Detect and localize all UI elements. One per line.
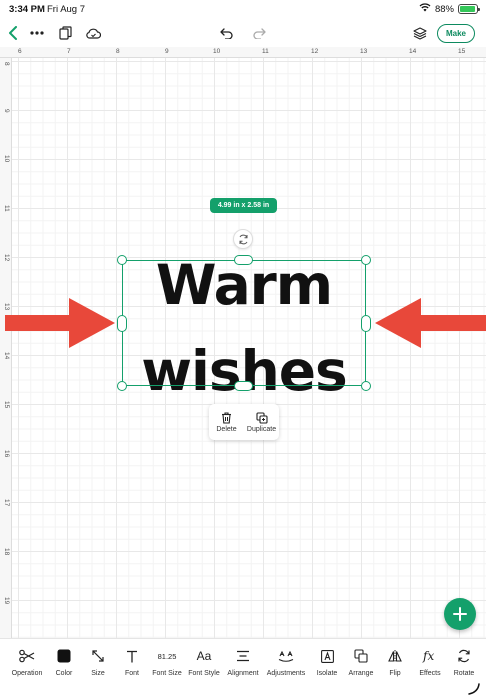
wifi-icon — [419, 3, 431, 15]
ruler-y-label: 10 — [3, 155, 10, 163]
ruler-x-label: 15 — [458, 48, 466, 55]
context-menu: Delete Duplicate — [209, 404, 279, 440]
ruler-x-label: 9 — [165, 48, 169, 55]
operation-label: Operation — [11, 670, 43, 677]
make-button[interactable]: Make — [437, 24, 475, 43]
ruler-y-label: 11 — [3, 205, 10, 212]
rotate-label: Rotate — [453, 670, 475, 677]
back-icon[interactable] — [3, 23, 23, 43]
font-style-icon: Aa — [196, 649, 212, 663]
redo-icon[interactable] — [249, 23, 269, 43]
alignment-button[interactable]: Alignment — [223, 647, 263, 677]
layers-icon[interactable] — [410, 23, 430, 43]
resize-handle-top-right[interactable] — [361, 255, 371, 265]
more-options-icon[interactable] — [27, 23, 47, 43]
font-size-value: 81.25 — [157, 651, 177, 661]
alignment-label: Alignment — [227, 670, 259, 677]
bottom-toolbar: Operation Color Size Font 81.25 Font Siz… — [0, 638, 486, 699]
status-time: 3:34 PM — [9, 4, 45, 15]
design-space-screen: 3:34 PM Fri Aug 7 88% Make 6 7 8 9 10 11… — [0, 0, 486, 699]
battery-icon — [458, 4, 480, 14]
arrange-label: Arrange — [348, 670, 374, 677]
color-label: Color — [55, 670, 73, 677]
flip-icon — [385, 647, 405, 665]
ruler-x-label: 7 — [67, 48, 71, 55]
battery-percent: 88% — [434, 3, 454, 15]
ruler-x-label: 12 — [311, 48, 319, 55]
ruler-x-label: 8 — [116, 48, 120, 55]
adjustments-label: Adjustments — [266, 670, 306, 677]
top-toolbar: Make — [0, 20, 486, 47]
letter-spacing-icon — [276, 647, 296, 665]
delete-label: Delete — [216, 425, 237, 433]
font-style-label: Font Style — [188, 670, 220, 677]
corner-gesture-icon — [468, 683, 480, 695]
isolate-label: Isolate — [316, 670, 338, 677]
rotate-icon — [454, 647, 474, 665]
svg-text:fx: fx — [422, 649, 434, 663]
ruler-y-label: 19 — [3, 597, 10, 605]
isolate-letter-icon — [317, 647, 337, 665]
status-indicators: 88% — [419, 3, 480, 15]
ruler-y-label: 12 — [3, 254, 10, 262]
font-size-label: Font Size — [152, 670, 182, 677]
resize-handle-left[interactable] — [117, 315, 127, 332]
add-button[interactable] — [444, 598, 476, 630]
ruler-x-label: 14 — [409, 48, 417, 55]
fx-icon: fx — [420, 647, 440, 665]
arrange-icon — [351, 647, 371, 665]
ruler-y-label: 15 — [3, 401, 10, 409]
font-button[interactable]: Font — [112, 647, 152, 677]
size-label: Size — [91, 670, 105, 677]
text-t-icon — [122, 647, 142, 665]
scissors-icon — [17, 647, 37, 665]
resize-handle-right[interactable] — [361, 315, 371, 332]
ruler-y-label: 17 — [3, 499, 10, 507]
trash-icon — [222, 411, 231, 424]
font-style-button[interactable]: Aa Font Style — [184, 647, 224, 677]
ruler-x-label: 11 — [262, 48, 269, 55]
size-badge: 4.99 in x 2.58 in — [210, 198, 277, 213]
ruler-x-label: 10 — [213, 48, 221, 55]
undo-icon[interactable] — [216, 23, 236, 43]
ruler-y-label: 14 — [3, 352, 10, 360]
flip-label: Flip — [389, 670, 401, 677]
flip-button[interactable]: Flip — [375, 647, 415, 677]
duplicate-icon — [255, 411, 268, 424]
effects-label: Effects — [419, 670, 441, 677]
resize-handle-bottom[interactable] — [234, 381, 253, 391]
resize-handle-bottom-left[interactable] — [117, 381, 127, 391]
annotation-arrow-right-pointing-icon — [5, 298, 115, 348]
ruler-vertical: 8 9 10 11 12 13 14 15 16 17 18 19 — [0, 58, 12, 638]
align-center-icon — [233, 647, 253, 665]
plus-icon — [453, 607, 467, 621]
rotate-handle-icon[interactable] — [233, 229, 253, 249]
rotate-button[interactable]: Rotate — [444, 647, 484, 677]
resize-handle-top[interactable] — [234, 255, 253, 265]
font-label: Font — [124, 670, 139, 677]
status-date: Fri Aug 7 — [47, 4, 86, 15]
annotation-arrow-left-pointing-icon — [375, 298, 486, 348]
status-bar: 3:34 PM Fri Aug 7 88% — [0, 0, 486, 20]
duplicate-button[interactable]: Duplicate — [244, 404, 279, 440]
adjustments-button[interactable]: Adjustments — [266, 647, 306, 677]
ruler-y-label: 18 — [3, 548, 10, 556]
copy-project-icon[interactable] — [55, 23, 75, 43]
ruler-y-label: 16 — [3, 450, 10, 458]
resize-handle-bottom-right[interactable] — [361, 381, 371, 391]
ruler-x-label: 13 — [360, 48, 368, 55]
resize-handle-top-left[interactable] — [117, 255, 127, 265]
duplicate-label: Duplicate — [246, 425, 277, 433]
ruler-x-label: 6 — [18, 48, 22, 55]
resize-arrows-icon — [88, 647, 108, 665]
font-size-button[interactable]: 81.25 Font Size — [147, 647, 187, 678]
selection-box[interactable] — [122, 260, 366, 386]
delete-button[interactable]: Delete — [209, 404, 244, 440]
cloud-save-icon[interactable] — [83, 23, 103, 43]
color-swatch-icon — [54, 647, 74, 665]
ruler-y-label: 8 — [3, 62, 10, 66]
operation-button[interactable]: Operation — [7, 647, 47, 677]
ruler-y-label: 9 — [3, 109, 10, 113]
ruler-horizontal: 6 7 8 9 10 11 12 13 14 15 — [0, 47, 486, 58]
